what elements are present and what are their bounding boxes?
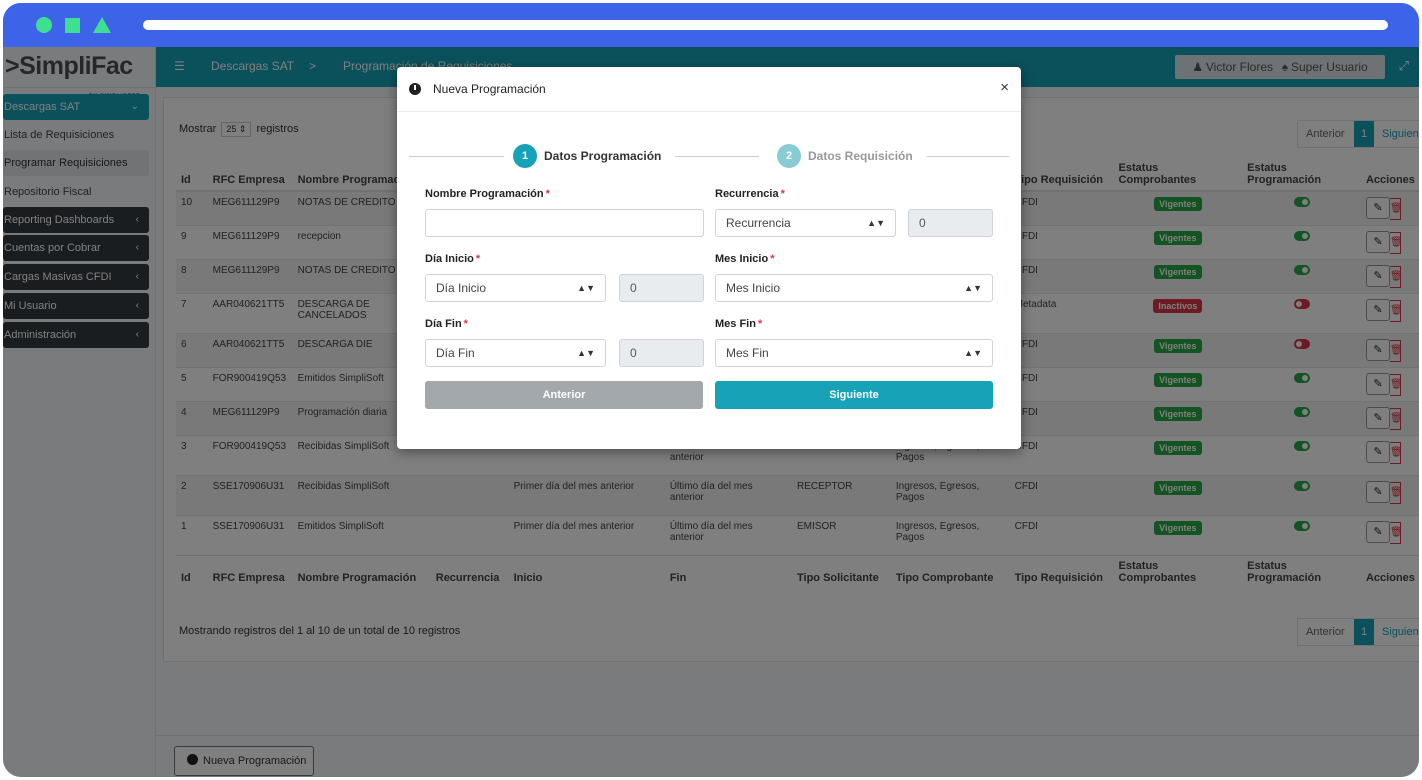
clock-icon: [409, 83, 421, 95]
address-bar[interactable]: [143, 20, 1388, 30]
dia-fin-number: 0: [619, 339, 704, 367]
app: >SimpliFacBY SIMPLISOFT Descargas SAT⌄Li…: [3, 47, 1419, 777]
recurrencia-select[interactable]: Recurrencia ▲▼: [715, 209, 896, 237]
select-caret-icon: ▲▼: [577, 283, 595, 293]
select-caret-icon: ▲▼: [867, 218, 885, 228]
dia-inicio-label: Día Inicio *: [425, 253, 481, 265]
recurrencia-label: Recurrencia *: [715, 188, 785, 200]
next-button[interactable]: Siguiente: [715, 381, 993, 409]
select-caret-icon: ▲▼: [964, 348, 982, 358]
nombre-label: Nombre Programación *: [425, 188, 550, 200]
modal-header: Nueva Programación ×: [397, 67, 1021, 112]
dia-inicio-select[interactable]: Día Inicio ▲▼: [425, 274, 606, 302]
browser-frame: >SimpliFacBY SIMPLISOFT Descargas SAT⌄Li…: [3, 3, 1419, 777]
previous-button[interactable]: Anterior: [425, 381, 703, 409]
close-icon[interactable]: ×: [1000, 79, 1009, 96]
mes-inicio-label: Mes Inicio *: [715, 253, 775, 265]
select-caret-icon: ▲▼: [577, 348, 595, 358]
step-line: [927, 156, 1009, 157]
nombre-input[interactable]: [425, 209, 704, 237]
step-1-indicator[interactable]: 1: [513, 144, 537, 168]
mes-fin-select[interactable]: Mes Fin ▲▼: [715, 339, 993, 367]
dia-fin-select[interactable]: Día Fin ▲▼: [425, 339, 606, 367]
select-caret-icon: ▲▼: [964, 283, 982, 293]
mes-fin-label: Mes Fin *: [715, 318, 763, 330]
recurrencia-number: 0: [908, 209, 993, 237]
step-2-indicator[interactable]: 2: [777, 144, 801, 168]
modal-title: Nueva Programación: [433, 82, 546, 96]
step-1-label[interactable]: Datos Programación: [544, 149, 661, 163]
triangle-icon: [93, 17, 111, 33]
browser-topbar: [3, 3, 1419, 47]
circle-icon: [36, 17, 52, 33]
new-schedule-modal: Nueva Programación × 1 Datos Programació…: [397, 67, 1021, 449]
step-line: [409, 156, 504, 157]
square-icon: [65, 18, 80, 33]
dia-fin-label: Día Fin *: [425, 318, 468, 330]
dia-inicio-number: 0: [619, 274, 704, 302]
mes-inicio-select[interactable]: Mes Inicio ▲▼: [715, 274, 993, 302]
step-line: [675, 156, 759, 157]
step-2-label[interactable]: Datos Requisición: [808, 149, 913, 163]
